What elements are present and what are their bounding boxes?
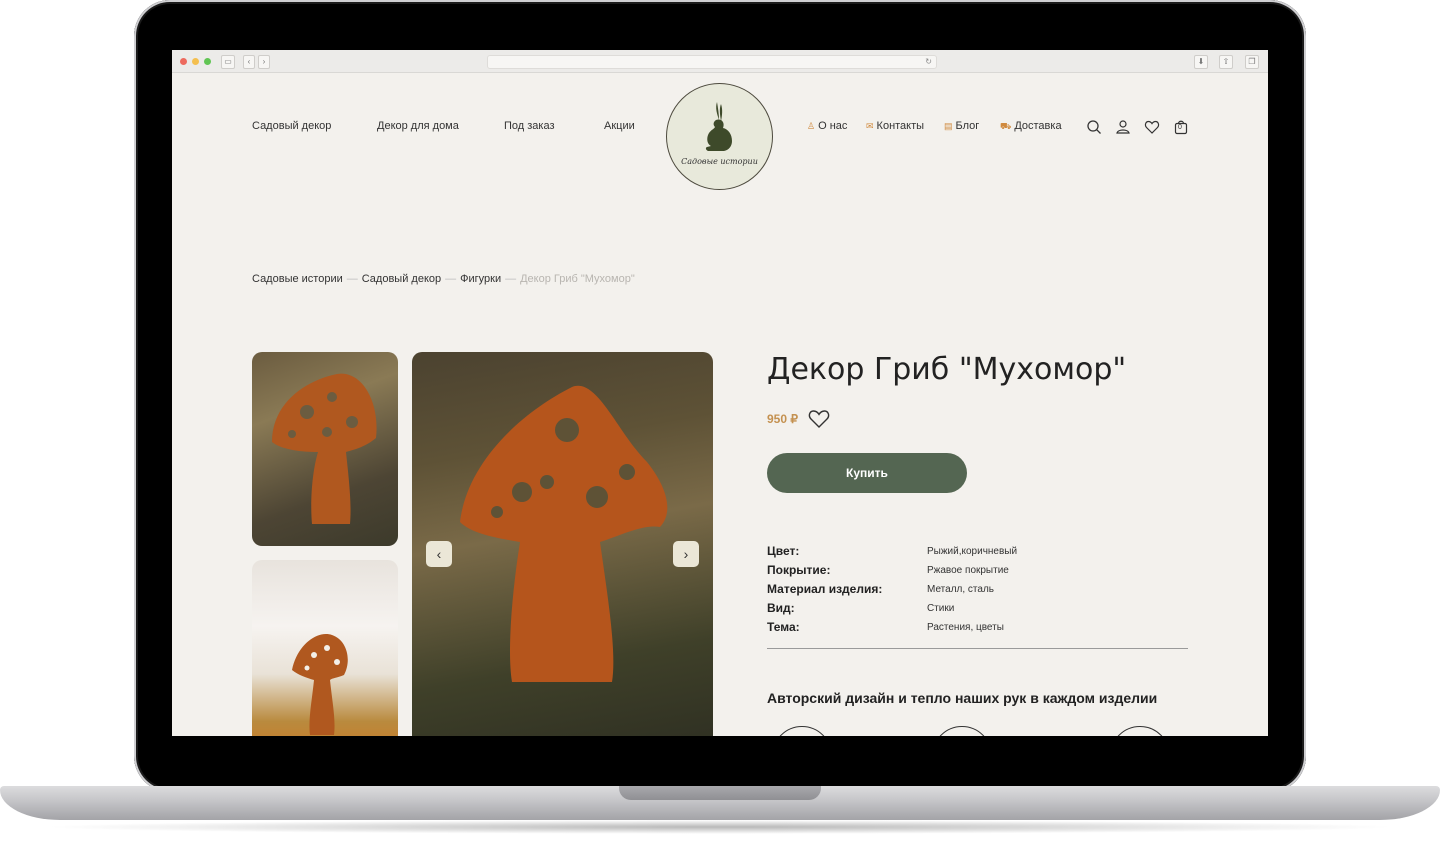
spec-key: Цвет: — [767, 544, 800, 558]
spec-key: Материал изделия: — [767, 582, 883, 596]
account-icon[interactable] — [1115, 119, 1131, 135]
close-window-button[interactable] — [180, 58, 187, 65]
minimize-window-button[interactable] — [192, 58, 199, 65]
address-bar[interactable]: ↻ — [487, 55, 937, 69]
site-logo[interactable]: Садовые истории — [666, 83, 773, 190]
mail-icon: ✉ — [866, 121, 874, 131]
breadcrumb-separator: — — [346, 273, 358, 285]
nav-about-label: О нас — [818, 120, 848, 132]
download-icon[interactable]: ⬇ — [1194, 55, 1208, 69]
specs-divider — [767, 648, 1188, 649]
feature-circle-2 — [932, 726, 992, 736]
spec-key: Тема: — [767, 620, 800, 634]
browser-toolbar: ▭ ‹ › ↻ ⬇ ⇧ ❐ — [172, 50, 1268, 73]
mushroom-snow-photo — [292, 634, 348, 735]
spec-value: Растения, цветы — [927, 622, 1004, 633]
favorites-icon[interactable] — [1144, 119, 1160, 135]
breadcrumb: Садовые истории — Садовый декор — Фигурки — Де… — [252, 273, 635, 285]
product-specs: Цвет: Рыжий,коричневый Покрытие: Ржавое … — [767, 544, 1188, 639]
spec-value: Рыжий,коричневый — [927, 546, 1018, 557]
back-icon[interactable]: ‹ — [243, 55, 255, 69]
share-icon[interactable]: ⇧ — [1219, 55, 1233, 69]
product-title: Декор Гриб "Мухомор" — [767, 352, 1127, 387]
gallery-prev-button[interactable]: ‹ — [426, 541, 452, 567]
product-main-image: ‹ › — [412, 352, 713, 736]
sidebar-toggle-icon[interactable]: ▭ — [221, 55, 235, 69]
mushroom-photo — [272, 373, 377, 524]
buy-button[interactable]: Купить — [767, 453, 967, 493]
spec-value: Металл, сталь — [927, 584, 995, 595]
product-thumbnail-2[interactable] — [252, 560, 398, 736]
mushroom-photo-large — [460, 385, 668, 682]
breadcrumb-figures[interactable]: Фигурки — [460, 273, 501, 285]
cart-button[interactable]: 0 — [1173, 119, 1189, 135]
laptop-shadow — [40, 820, 1400, 834]
product-thumbnail-1[interactable] — [252, 352, 398, 546]
book-icon: ▤ — [944, 121, 953, 131]
nav-contacts[interactable]: ✉ Контакты — [866, 120, 924, 132]
add-to-favorites-icon[interactable] — [808, 409, 830, 429]
feature-circle-3 — [1110, 726, 1170, 736]
browser-screen: ▭ ‹ › ↻ ⬇ ⇧ ❐ Садовый декор Декор для до… — [172, 50, 1268, 736]
breadcrumb-home[interactable]: Садовые истории — [252, 273, 343, 285]
cart-count: 0 — [1178, 124, 1182, 131]
laptop-notch — [619, 786, 821, 800]
spec-row: Покрытие: Ржавое покрытие — [767, 563, 1188, 582]
user-icon: ♙ — [807, 121, 816, 131]
nav-delivery[interactable]: ⛟ Доставка — [1000, 120, 1062, 133]
nav-blog[interactable]: ▤ Блог — [944, 120, 979, 132]
tabs-icon[interactable]: ❐ — [1245, 55, 1259, 69]
nav-custom-order[interactable]: Под заказ — [504, 120, 555, 132]
breadcrumb-separator: — — [445, 273, 457, 285]
hare-logo-icon — [705, 102, 732, 151]
spec-row: Вид: Стики — [767, 601, 1188, 620]
feature-tagline: Авторский дизайн и тепло наших рук в каж… — [767, 690, 1158, 706]
spec-value: Стики — [927, 603, 955, 614]
spec-value: Ржавое покрытие — [927, 565, 1009, 576]
gallery-next-button[interactable]: › — [673, 541, 699, 567]
nav-sales[interactable]: Акции — [604, 120, 635, 132]
truck-icon: ⛟ — [1000, 121, 1012, 131]
breadcrumb-separator: — — [505, 273, 517, 285]
logo-text: Садовые истории — [681, 157, 758, 166]
spec-row: Цвет: Рыжий,коричневый — [767, 544, 1188, 563]
spec-key: Вид: — [767, 601, 795, 615]
nav-blog-label: Блог — [955, 120, 980, 132]
spec-row: Материал изделия: Металл, сталь — [767, 582, 1188, 601]
breadcrumb-current: Декор Гриб "Мухомор" — [520, 273, 635, 285]
forward-icon[interactable]: › — [258, 55, 270, 69]
spec-key: Покрытие: — [767, 563, 831, 577]
product-price: 950 ₽ — [767, 412, 798, 426]
feature-circle-1 — [772, 726, 832, 736]
maximize-window-button[interactable] — [204, 58, 211, 65]
reload-icon[interactable]: ↻ — [925, 56, 932, 68]
search-icon[interactable] — [1086, 119, 1102, 135]
nav-home-decor[interactable]: Декор для дома — [377, 120, 459, 132]
breadcrumb-garden-decor[interactable]: Садовый декор — [362, 273, 441, 285]
nav-contacts-label: Контакты — [876, 120, 925, 132]
nav-delivery-label: Доставка — [1014, 120, 1062, 132]
nav-garden-decor[interactable]: Садовый декор — [252, 120, 331, 132]
nav-about[interactable]: ♙ О нас — [807, 120, 847, 132]
spec-row: Тема: Растения, цветы — [767, 620, 1188, 639]
